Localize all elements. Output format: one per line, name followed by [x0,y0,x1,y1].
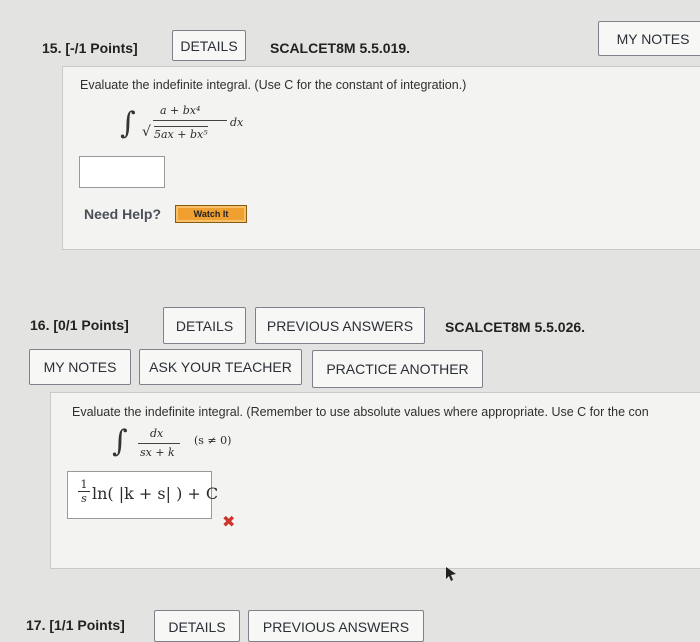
differential: dx [230,116,244,129]
mouse-cursor-icon [446,567,456,581]
question-16-prompt: Evaluate the indefinite integral. (Remem… [72,405,649,419]
practice-another-button[interactable]: PRACTICE ANOTHER [312,350,483,388]
my-notes-button[interactable]: MY NOTES [29,349,131,385]
fraction-numerator: dx [150,427,164,440]
problem-code: SCALCET8M 5.5.026. [445,319,586,335]
question-points: [1/1 Points] [49,617,125,633]
fraction-denominator: s [81,492,87,505]
fraction-denominator: sx + k [140,446,175,459]
fraction-numerator: 1 [78,478,90,492]
incorrect-icon: ✖ [222,514,236,531]
answer-input[interactable] [79,156,165,188]
question-number: 15. [42,40,62,56]
integral-sign: ∫ [112,424,128,459]
integral-sign: ∫ [120,106,136,141]
condition: (s ≠ 0) [194,434,232,447]
problem-code: SCALCET8M 5.5.019. [270,40,411,56]
fraction-bar [138,443,180,444]
answer-fraction: 1 s [78,478,90,505]
details-button[interactable]: DETAILS [163,307,246,344]
fraction-numerator: a + bx⁴ [160,104,201,117]
question-number: 17. [26,617,46,633]
previous-answers-button[interactable]: PREVIOUS ANSWERS [255,307,425,344]
previous-answers-button[interactable]: PREVIOUS ANSWERS [248,610,424,642]
integral-expression: ∫ a + bx⁴ √ 5ax + bx⁵ dx [120,104,260,148]
ask-your-teacher-button[interactable]: ASK YOUR TEACHER [139,349,302,385]
details-button[interactable]: DETAILS [172,30,246,61]
watch-it-button[interactable]: Watch It [175,205,247,223]
question-16-header: 16. [0/1 Points] [30,317,129,333]
answer-field[interactable]: 1 s ln( |k + s| ) + C [67,471,218,519]
need-help-label: Need Help? [84,206,162,222]
integral-expression: ∫ dx sx + k (s ≠ 0) [112,424,252,464]
fraction-bar [153,120,227,121]
question-number: 16. [30,317,50,333]
question-points: [-/1 Points] [65,40,138,56]
question-points: [0/1 Points] [53,317,129,333]
question-17-header: 17. [1/1 Points] [26,617,125,633]
question-15-header: 15. [-/1 Points] [42,40,138,56]
sqrt-sign: √ [142,124,151,140]
my-notes-button[interactable]: MY NOTES [598,21,700,56]
details-button[interactable]: DETAILS [154,610,240,642]
fraction-denominator: 5ax + bx⁵ [154,126,208,141]
answer-expression: ln( |k + s| ) + C [92,484,219,503]
question-15-prompt: Evaluate the indefinite integral. (Use C… [80,78,467,92]
